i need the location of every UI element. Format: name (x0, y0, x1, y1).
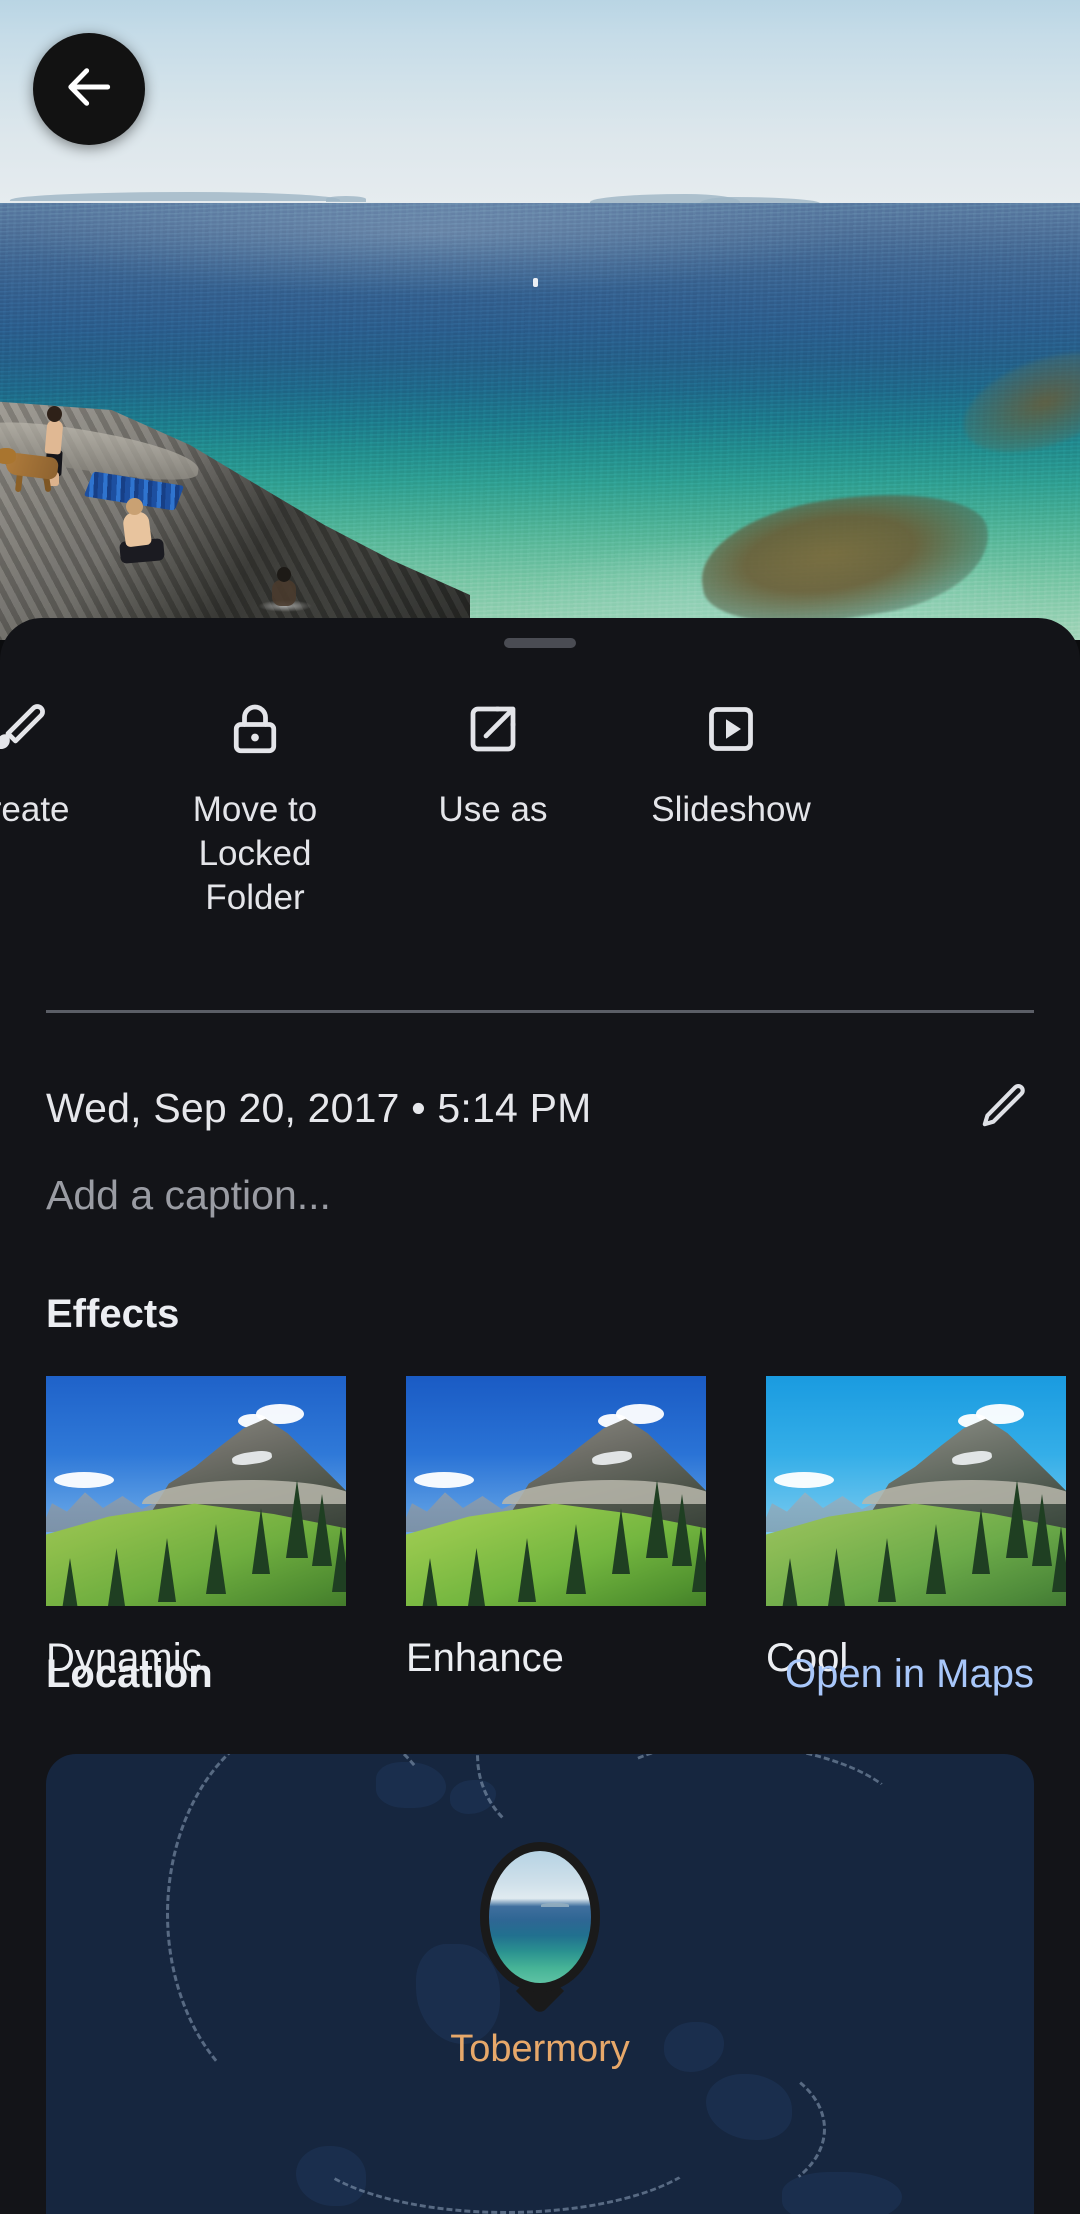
distant-island (326, 196, 366, 202)
person-sitting (122, 510, 152, 548)
details-bottom-sheet: oad Create (0, 618, 1080, 2214)
action-slideshow[interactable]: Slideshow (612, 676, 850, 832)
action-row[interactable]: oad Create (0, 676, 1080, 966)
arrow-left-icon (61, 59, 117, 120)
action-label: Use as (438, 790, 548, 829)
action-label: Move to Locked Folder (192, 790, 318, 917)
map-place-label: Tobermory (450, 2028, 630, 2070)
effect-dynamic[interactable]: Dynamic (46, 1376, 346, 1696)
pencil-icon (977, 1080, 1029, 1137)
action-move-to-locked-folder[interactable]: Move to Locked Folder (136, 676, 374, 920)
swimmer (277, 567, 291, 582)
person-standing (47, 406, 62, 422)
action-use-as[interactable]: Use as (374, 676, 612, 832)
back-button[interactable] (33, 33, 145, 145)
map-photo-pin[interactable] (480, 1842, 600, 2016)
water-glint (0, 203, 1080, 353)
person-sitting (126, 498, 143, 515)
effect-cool[interactable]: Cool (766, 1376, 1066, 1696)
location-map[interactable]: Tobermory (46, 1754, 1034, 2214)
effects-strip[interactable]: Dynamic Enhance Cool (46, 1376, 1080, 1696)
swimmer (272, 580, 296, 606)
location-section-title: Location (46, 1652, 213, 1696)
action-create[interactable]: Create (0, 676, 136, 832)
brush-icon (0, 698, 47, 760)
pin-photo-thumbnail (489, 1851, 591, 1983)
lock-icon (225, 698, 285, 760)
effect-thumbnail (406, 1376, 706, 1606)
effect-enhance[interactable]: Enhance (406, 1376, 706, 1696)
date-row: Wed, Sep 20, 2017 • 5:14 PM (46, 1076, 1034, 1140)
slideshow-play-icon (701, 698, 761, 760)
edit-date-button[interactable] (972, 1077, 1034, 1139)
person-standing (44, 419, 64, 455)
dog (0, 448, 16, 464)
sky (0, 0, 1080, 205)
photo-datetime: Wed, Sep 20, 2017 • 5:14 PM (46, 1084, 592, 1131)
open-in-maps-link[interactable]: Open in Maps (785, 1652, 1034, 1697)
photo-details-screen: oad Create (0, 0, 1080, 2214)
photo-preview[interactable] (0, 0, 1080, 640)
action-label: Slideshow (651, 790, 811, 829)
effect-label: Enhance (406, 1636, 564, 1680)
caption-input[interactable]: Add a caption... (46, 1172, 331, 1219)
effect-thumbnail (766, 1376, 1066, 1606)
pin-photo-island (541, 1903, 569, 1907)
effect-thumbnail (46, 1376, 346, 1606)
effects-section-title: Effects (46, 1292, 180, 1336)
seabird (533, 278, 538, 287)
sheet-drag-handle[interactable] (504, 638, 576, 648)
section-divider (46, 1010, 1034, 1013)
action-label: Create (0, 790, 70, 829)
open-in-new-icon (463, 698, 523, 760)
